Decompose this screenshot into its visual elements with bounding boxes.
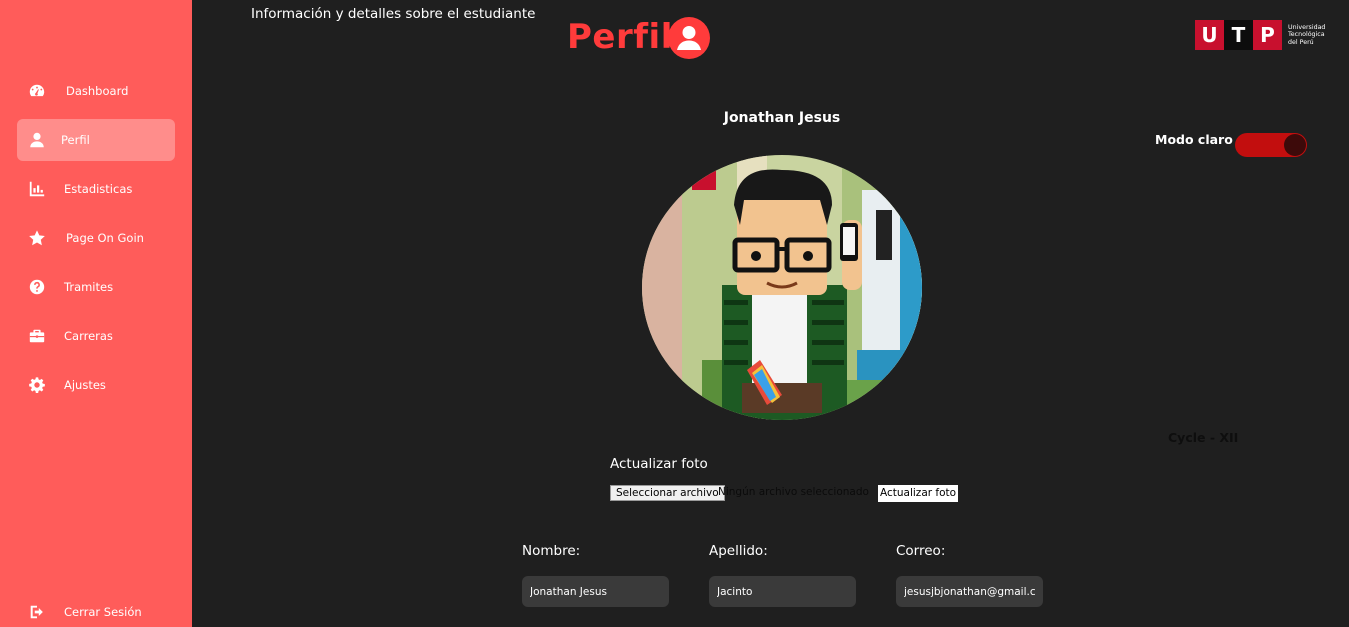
logout-icon: [28, 603, 46, 621]
bar-chart-icon: [28, 180, 46, 198]
mode-label: Modo claro: [1155, 132, 1233, 147]
user-circle-icon: [668, 17, 710, 59]
sidebar-item-label: Carreras: [64, 329, 113, 343]
logo-letter: U: [1195, 20, 1224, 50]
sidebar-item-perfil[interactable]: Perfil: [17, 119, 175, 161]
sidebar-item-label: Page On Goin: [66, 231, 144, 245]
cycle-label: Cycle - XII: [1168, 430, 1239, 445]
gear-icon: [28, 376, 46, 394]
briefcase-icon: [28, 327, 46, 345]
apellido-label: Apellido:: [709, 543, 768, 559]
logo-text-line: Tecnológica: [1288, 31, 1325, 39]
star-icon: [28, 229, 46, 247]
logo-letter: P: [1253, 20, 1282, 50]
logo-letter: T: [1224, 20, 1253, 50]
mode-toggle[interactable]: [1235, 133, 1307, 157]
photo-heading: Actualizar foto: [610, 456, 708, 472]
student-name: Jonathan Jesus: [723, 110, 841, 126]
sidebar-item-tramites[interactable]: Tramites: [17, 266, 175, 308]
sidebar: Dashboard Perfil Estadisticas Page On Go…: [0, 0, 192, 627]
sidebar-item-dashboard[interactable]: Dashboard: [17, 70, 175, 112]
apellido-field[interactable]: [709, 576, 856, 607]
logout-label: Cerrar Sesión: [64, 605, 142, 619]
update-photo-button[interactable]: Actualizar foto: [878, 485, 959, 502]
file-status: Ningún archivo seleccionado: [718, 486, 869, 498]
sidebar-item-label: Estadisticas: [64, 182, 133, 196]
sidebar-item-label: Perfil: [61, 133, 90, 147]
sidebar-item-page-on-goin[interactable]: Page On Goin: [17, 217, 175, 259]
select-file-button[interactable]: Seleccionar archivo: [610, 485, 725, 501]
sidebar-item-label: Dashboard: [66, 84, 129, 98]
page-title: Perfil: [567, 17, 673, 57]
nombre-field[interactable]: [522, 576, 669, 607]
logo-text-line: del Perú: [1288, 38, 1314, 46]
dashboard-icon: [28, 82, 46, 100]
utp-logo: U T P Universidad Tecnológica del Perú: [1195, 20, 1338, 50]
profile-photo: [642, 155, 922, 420]
sidebar-item-carreras[interactable]: Carreras: [17, 315, 175, 357]
sidebar-item-label: Tramites: [64, 280, 114, 294]
logout-button[interactable]: Cerrar Sesión: [17, 591, 175, 627]
nombre-label: Nombre:: [522, 543, 581, 559]
correo-label: Correo:: [896, 543, 946, 559]
toggle-knob: [1284, 134, 1306, 156]
correo-field[interactable]: [896, 576, 1043, 607]
sidebar-item-label: Ajustes: [64, 378, 106, 392]
sidebar-item-ajustes[interactable]: Ajustes: [17, 364, 175, 406]
page-subtitle: Información y detalles sobre el estudian…: [251, 6, 536, 22]
logo-text: Universidad Tecnológica del Perú: [1288, 24, 1338, 47]
sidebar-item-estadisticas[interactable]: Estadisticas: [17, 168, 175, 210]
user-icon: [28, 131, 46, 149]
question-icon: [28, 278, 46, 296]
